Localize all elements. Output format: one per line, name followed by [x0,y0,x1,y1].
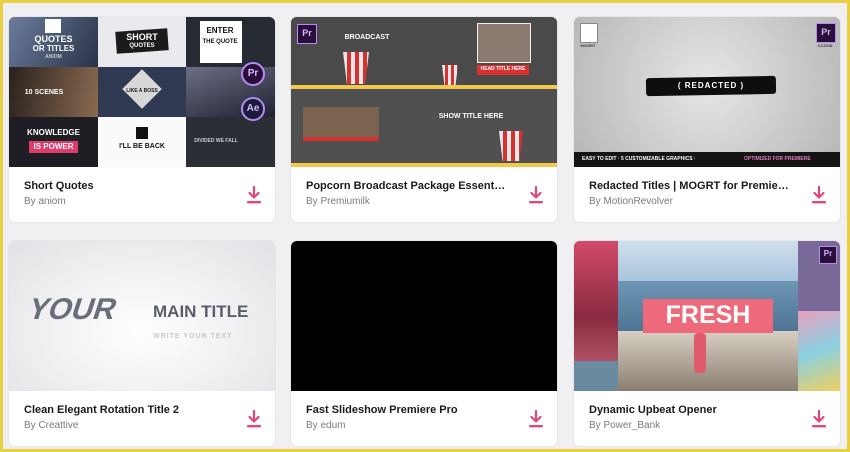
card-thumbnail[interactable]: MOGRT Pr CC2018 ( REDACTED ) EASY TO EDI… [574,17,840,167]
card-title[interactable]: Redacted Titles | MOGRT for Premiere ... [589,180,789,192]
card-author[interactable]: By Creattive [24,420,78,431]
download-icon[interactable] [810,409,828,429]
premiere-pro-badge: Pr [816,23,836,43]
card-thumbnail[interactable]: Pr FRESH [574,241,840,391]
card-title[interactable]: Clean Elegant Rotation Title 2 [24,404,224,416]
card-title[interactable]: Fast Slideshow Premiere Pro [306,404,506,416]
download-icon[interactable] [527,185,545,205]
popcorn-bucket [343,52,369,84]
download-icon[interactable] [810,185,828,205]
card-short-quotes[interactable]: QUOTES OR TITLES ANIOM SHORT QUOTES ENTE… [9,17,275,222]
card-redacted-titles[interactable]: MOGRT Pr CC2018 ( REDACTED ) EASY TO EDI… [574,17,840,222]
premiere-pro-badge: Pr [297,24,317,44]
card-clean-elegant-rotation[interactable]: YOUR MAIN TITLE WRITE YOUR TEXT Clean El… [9,241,275,446]
popcorn-bucket [442,65,458,85]
download-icon[interactable] [245,409,263,429]
tile-short-text: SHORT [126,32,158,42]
card-author[interactable]: By aniom [24,196,66,207]
card-author[interactable]: By Premiumilk [306,196,370,207]
card-author[interactable]: By edum [306,420,345,431]
mogrt-icon [580,23,598,43]
popcorn-bucket [499,131,523,161]
tile-quotes-text: QUOTES [34,34,73,44]
card-fast-slideshow[interactable]: Fast Slideshow Premiere Pro By edum [291,241,557,446]
download-icon[interactable] [527,409,545,429]
card-thumbnail[interactable]: QUOTES OR TITLES ANIOM SHORT QUOTES ENTE… [9,17,275,167]
after-effects-badge: Ae [241,97,265,121]
premiere-pro-badge: Pr [819,246,837,264]
card-dynamic-upbeat-opener[interactable]: Pr FRESH Dynamic Upbeat Opener By Power_… [574,241,840,446]
card-thumbnail[interactable]: Pr BROADCAST HEAD TITLE HERE SHOW TITLE … [291,17,557,167]
premiere-pro-badge: Pr [241,62,265,86]
card-author[interactable]: By MotionRevolver [589,196,673,207]
card-author[interactable]: By Power_Bank [589,420,660,431]
card-title[interactable]: Short Quotes [24,180,224,192]
card-popcorn-broadcast[interactable]: Pr BROADCAST HEAD TITLE HERE SHOW TITLE … [291,17,557,222]
card-thumbnail[interactable]: YOUR MAIN TITLE WRITE YOUR TEXT [9,241,275,391]
download-icon[interactable] [245,185,263,205]
banner-text: FRESH [665,301,751,329]
card-title[interactable]: Popcorn Broadcast Package Essential ... [306,180,506,192]
card-title[interactable]: Dynamic Upbeat Opener [589,404,789,416]
card-thumbnail[interactable] [291,241,557,391]
